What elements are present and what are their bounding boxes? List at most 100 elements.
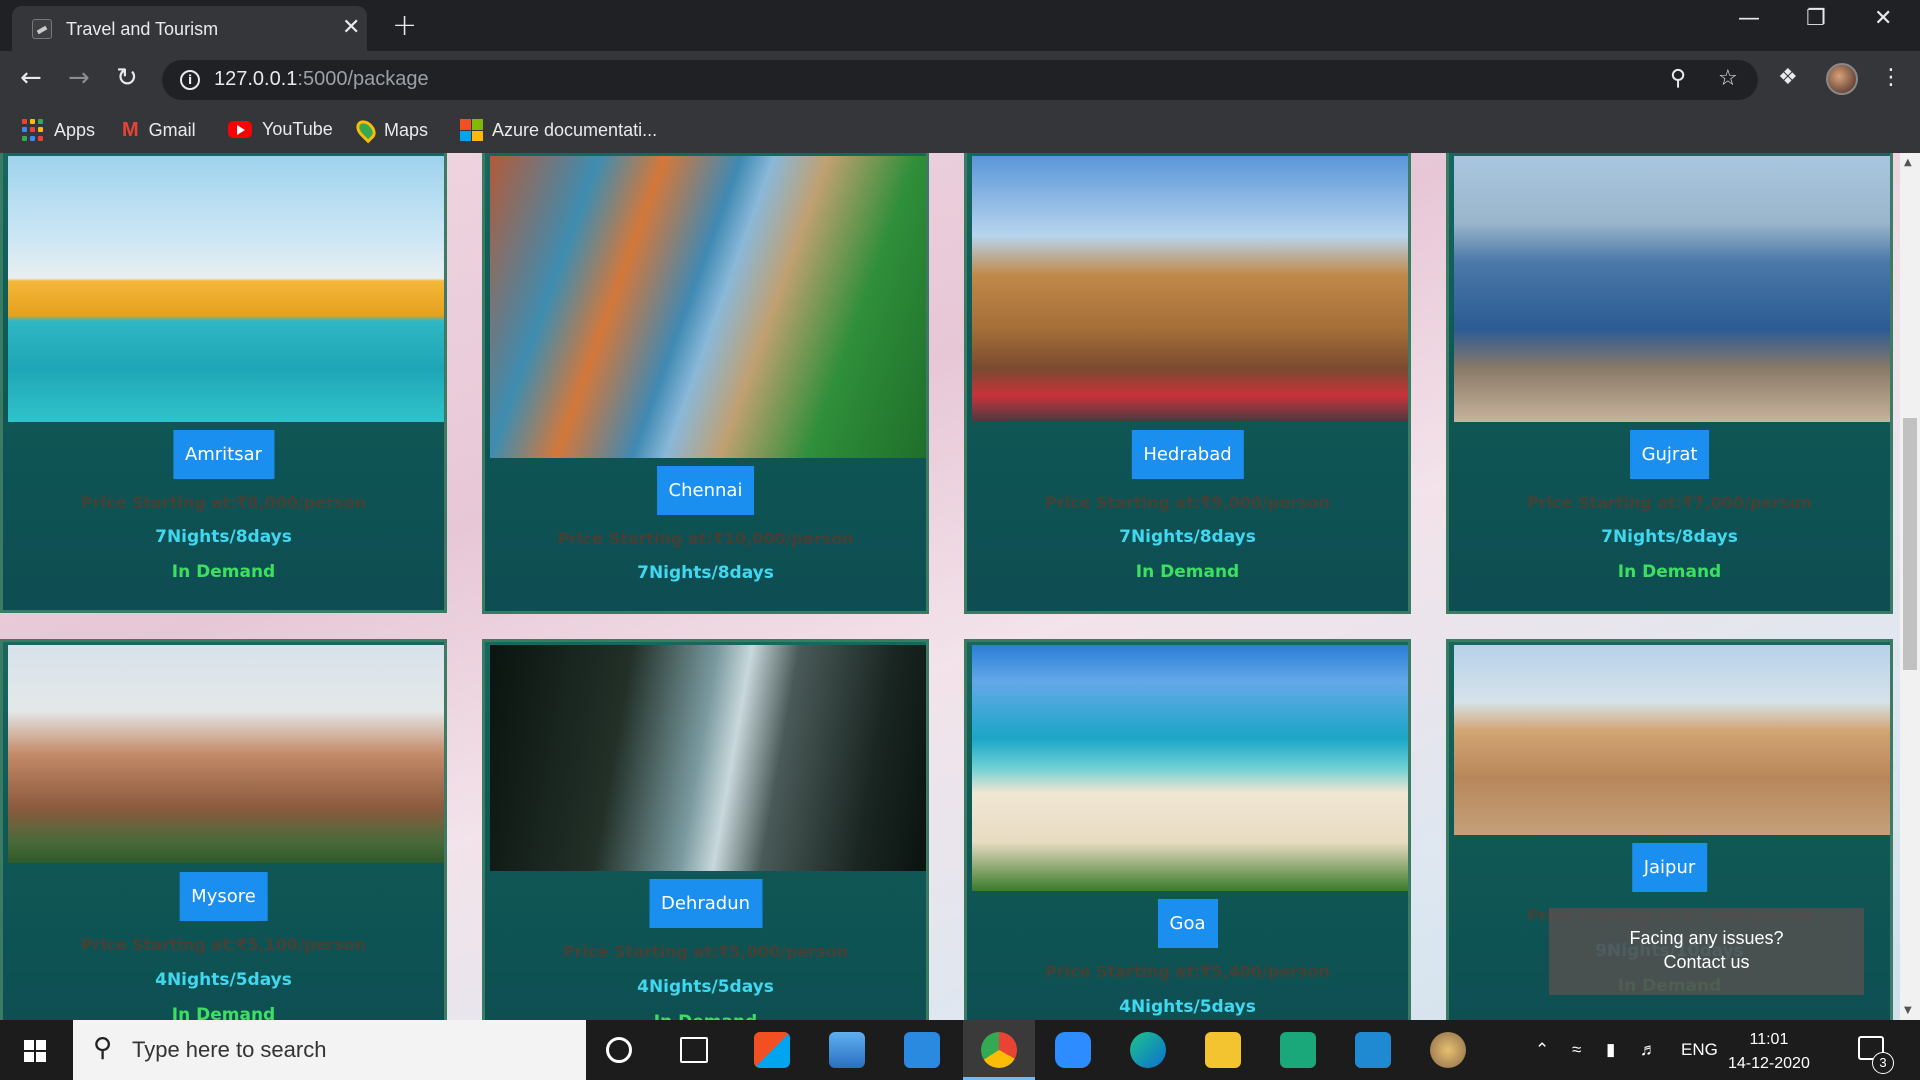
- bookmark-gmail[interactable]: M Gmail: [122, 119, 196, 141]
- city-button[interactable]: Mysore: [179, 872, 268, 921]
- city-button[interactable]: Goa: [1157, 899, 1218, 948]
- dehradun-cave-river-image: [490, 645, 926, 871]
- package-card-amritsar: Amritsar Price Starting at:₹8,000/person…: [0, 153, 447, 613]
- battery-icon[interactable]: ▮: [1606, 1040, 1615, 1060]
- package-card-mysore: Mysore Price Starting at:₹5,100/person 4…: [0, 639, 447, 1020]
- menu-kebab-icon[interactable]: ⋮: [1880, 65, 1902, 90]
- address-bar[interactable]: i 127.0.0.1:5000/package ⚲ ☆: [162, 60, 1758, 100]
- city-button[interactable]: Hedrabad: [1131, 430, 1244, 479]
- hyderabad-charminar-image: [972, 156, 1408, 422]
- bookmark-maps[interactable]: Maps: [352, 116, 429, 144]
- demand-badge: In Demand: [485, 1012, 926, 1020]
- package-card-dehradun: Dehradun Price Starting at:₹5,000/person…: [482, 639, 929, 1020]
- duration-text: 7Nights/8days: [1119, 527, 1256, 547]
- gujrat-statue-image: [1454, 156, 1890, 422]
- package-card-goa: Goa Price Starting at:₹5,400/person 4Nig…: [964, 639, 1411, 1020]
- site-info-icon[interactable]: i: [180, 70, 200, 90]
- new-tab-button[interactable]: +: [392, 8, 417, 43]
- paint-icon[interactable]: [1430, 1032, 1466, 1068]
- chennai-temple-image: [490, 156, 926, 458]
- duration-text: 4Nights/5days: [1119, 997, 1256, 1017]
- profile-avatar[interactable]: [1826, 63, 1858, 95]
- city-button[interactable]: Gujrat: [1629, 430, 1710, 479]
- site-favicon-icon: [32, 19, 52, 39]
- city-button[interactable]: Amritsar: [172, 430, 275, 479]
- city-button[interactable]: Jaipur: [1631, 843, 1708, 892]
- minimize-button[interactable]: —: [1738, 6, 1760, 31]
- gmail-icon: M: [122, 119, 139, 141]
- clock-time: 11:01: [1749, 1031, 1789, 1048]
- price-text: Price Starting at:₹5,400/person: [1045, 962, 1330, 981]
- forward-arrow-icon[interactable]: →: [68, 63, 90, 93]
- language-indicator[interactable]: ENG: [1681, 1040, 1718, 1060]
- duration-text: 4Nights/5days: [637, 977, 774, 997]
- search-icon: ⚲: [93, 1033, 113, 1063]
- duration-text: 7Nights/8days: [1601, 527, 1738, 547]
- file-explorer-icon[interactable]: [1205, 1032, 1241, 1068]
- bookmark-label: Azure documentati...: [492, 119, 658, 140]
- mysore-palace-image: [8, 645, 444, 863]
- wifi-icon[interactable]: ≈: [1572, 1040, 1581, 1060]
- chrome-icon[interactable]: [981, 1032, 1017, 1068]
- zoom-app-icon[interactable]: [1055, 1032, 1091, 1068]
- remote-desktop-icon[interactable]: [1280, 1032, 1316, 1068]
- bookmark-label: Apps: [54, 119, 96, 140]
- maps-icon: [352, 116, 380, 144]
- scroll-up-arrow-icon[interactable]: ▲: [1904, 157, 1912, 168]
- city-button[interactable]: Chennai: [656, 466, 755, 515]
- scroll-down-arrow-icon[interactable]: ▼: [1904, 1005, 1912, 1016]
- browser-toolbar: ← → ↻ i 127.0.0.1:5000/package ⚲ ☆ ❖ ⋮: [0, 51, 1920, 107]
- duration-text: 7Nights/8days: [155, 527, 292, 547]
- demand-badge: In Demand: [171, 562, 276, 582]
- bookmarks-bar: Apps M Gmail YouTube Maps Azure document…: [0, 107, 1920, 153]
- volume-icon[interactable]: ♬: [1640, 1040, 1657, 1060]
- back-arrow-icon[interactable]: ←: [20, 63, 42, 93]
- price-text: Price Starting at:₹8,000/person: [81, 493, 366, 512]
- show-hidden-icons-chevron-icon[interactable]: ⌃: [1535, 1040, 1549, 1060]
- scroll-thumb[interactable]: [1903, 418, 1917, 670]
- duration-text: 7Nights/8days: [637, 563, 774, 583]
- url-host: 127.0.0.1: [214, 68, 298, 90]
- restore-button[interactable]: ❐: [1806, 6, 1826, 31]
- tab-close-icon[interactable]: ✕: [342, 15, 360, 40]
- tab-travel-and-tourism[interactable]: Travel and Tourism ✕: [12, 6, 367, 51]
- bookmark-azure[interactable]: Azure documentati...: [460, 119, 657, 141]
- edge-icon[interactable]: [1130, 1032, 1166, 1068]
- mail-icon[interactable]: [904, 1032, 940, 1068]
- city-button[interactable]: Dehradun: [648, 879, 763, 928]
- reload-icon[interactable]: ↻: [116, 63, 138, 93]
- page-scrollbar[interactable]: ▲ ▼: [1900, 153, 1920, 1020]
- jaipur-fort-image: [1454, 645, 1890, 835]
- notification-count-badge: 3: [1872, 1052, 1894, 1074]
- extensions-puzzle-icon[interactable]: ❖: [1778, 65, 1798, 90]
- package-page: Amritsar Price Starting at:₹8,000/person…: [0, 153, 1900, 1020]
- task-view-icon[interactable]: [680, 1037, 708, 1063]
- contact-link[interactable]: Contact us: [1549, 950, 1864, 974]
- demand-badge: In Demand: [1135, 562, 1240, 582]
- search-placeholder: Type here to search: [132, 1037, 327, 1062]
- contact-question: Facing any issues?: [1629, 928, 1784, 948]
- bookmark-youtube[interactable]: YouTube: [228, 119, 333, 140]
- price-text: Price Starting at:₹10,000/person: [557, 529, 854, 548]
- zoom-icon[interactable]: ⚲: [1670, 66, 1686, 91]
- bookmark-label: Maps: [384, 119, 429, 140]
- microsoft-store-icon[interactable]: [754, 1032, 790, 1068]
- bookmark-star-icon[interactable]: ☆: [1718, 66, 1738, 91]
- contact-us-popup[interactable]: Facing any issues? Contact us: [1549, 908, 1864, 995]
- close-window-button[interactable]: ✕: [1874, 6, 1892, 31]
- browser-tab-strip: Travel and Tourism ✕ + — ❐ ✕: [0, 0, 1920, 51]
- system-clock[interactable]: 11:01 14-12-2020: [1728, 1028, 1810, 1076]
- url-text[interactable]: 127.0.0.1:5000/package: [214, 68, 429, 91]
- bookmark-label: YouTube: [262, 119, 333, 139]
- price-text: Price Starting at:₹9,000/person: [1045, 493, 1330, 512]
- this-pc-icon[interactable]: [829, 1032, 865, 1068]
- package-card-gujrat: Gujrat Price Starting at:₹7,000/person 7…: [1446, 153, 1893, 614]
- demand-badge: In Demand: [1617, 562, 1722, 582]
- package-card-chennai: Chennai Price Starting at:₹10,000/person…: [482, 153, 929, 614]
- price-text: Price Starting at:₹5,000/person: [563, 942, 848, 961]
- taskbar-search-box[interactable]: ⚲ Type here to search: [73, 1020, 586, 1080]
- vscode-icon[interactable]: [1355, 1032, 1391, 1068]
- windows-start-icon[interactable]: [24, 1040, 46, 1062]
- bookmark-apps[interactable]: Apps: [22, 119, 95, 141]
- cortana-icon[interactable]: [606, 1037, 632, 1063]
